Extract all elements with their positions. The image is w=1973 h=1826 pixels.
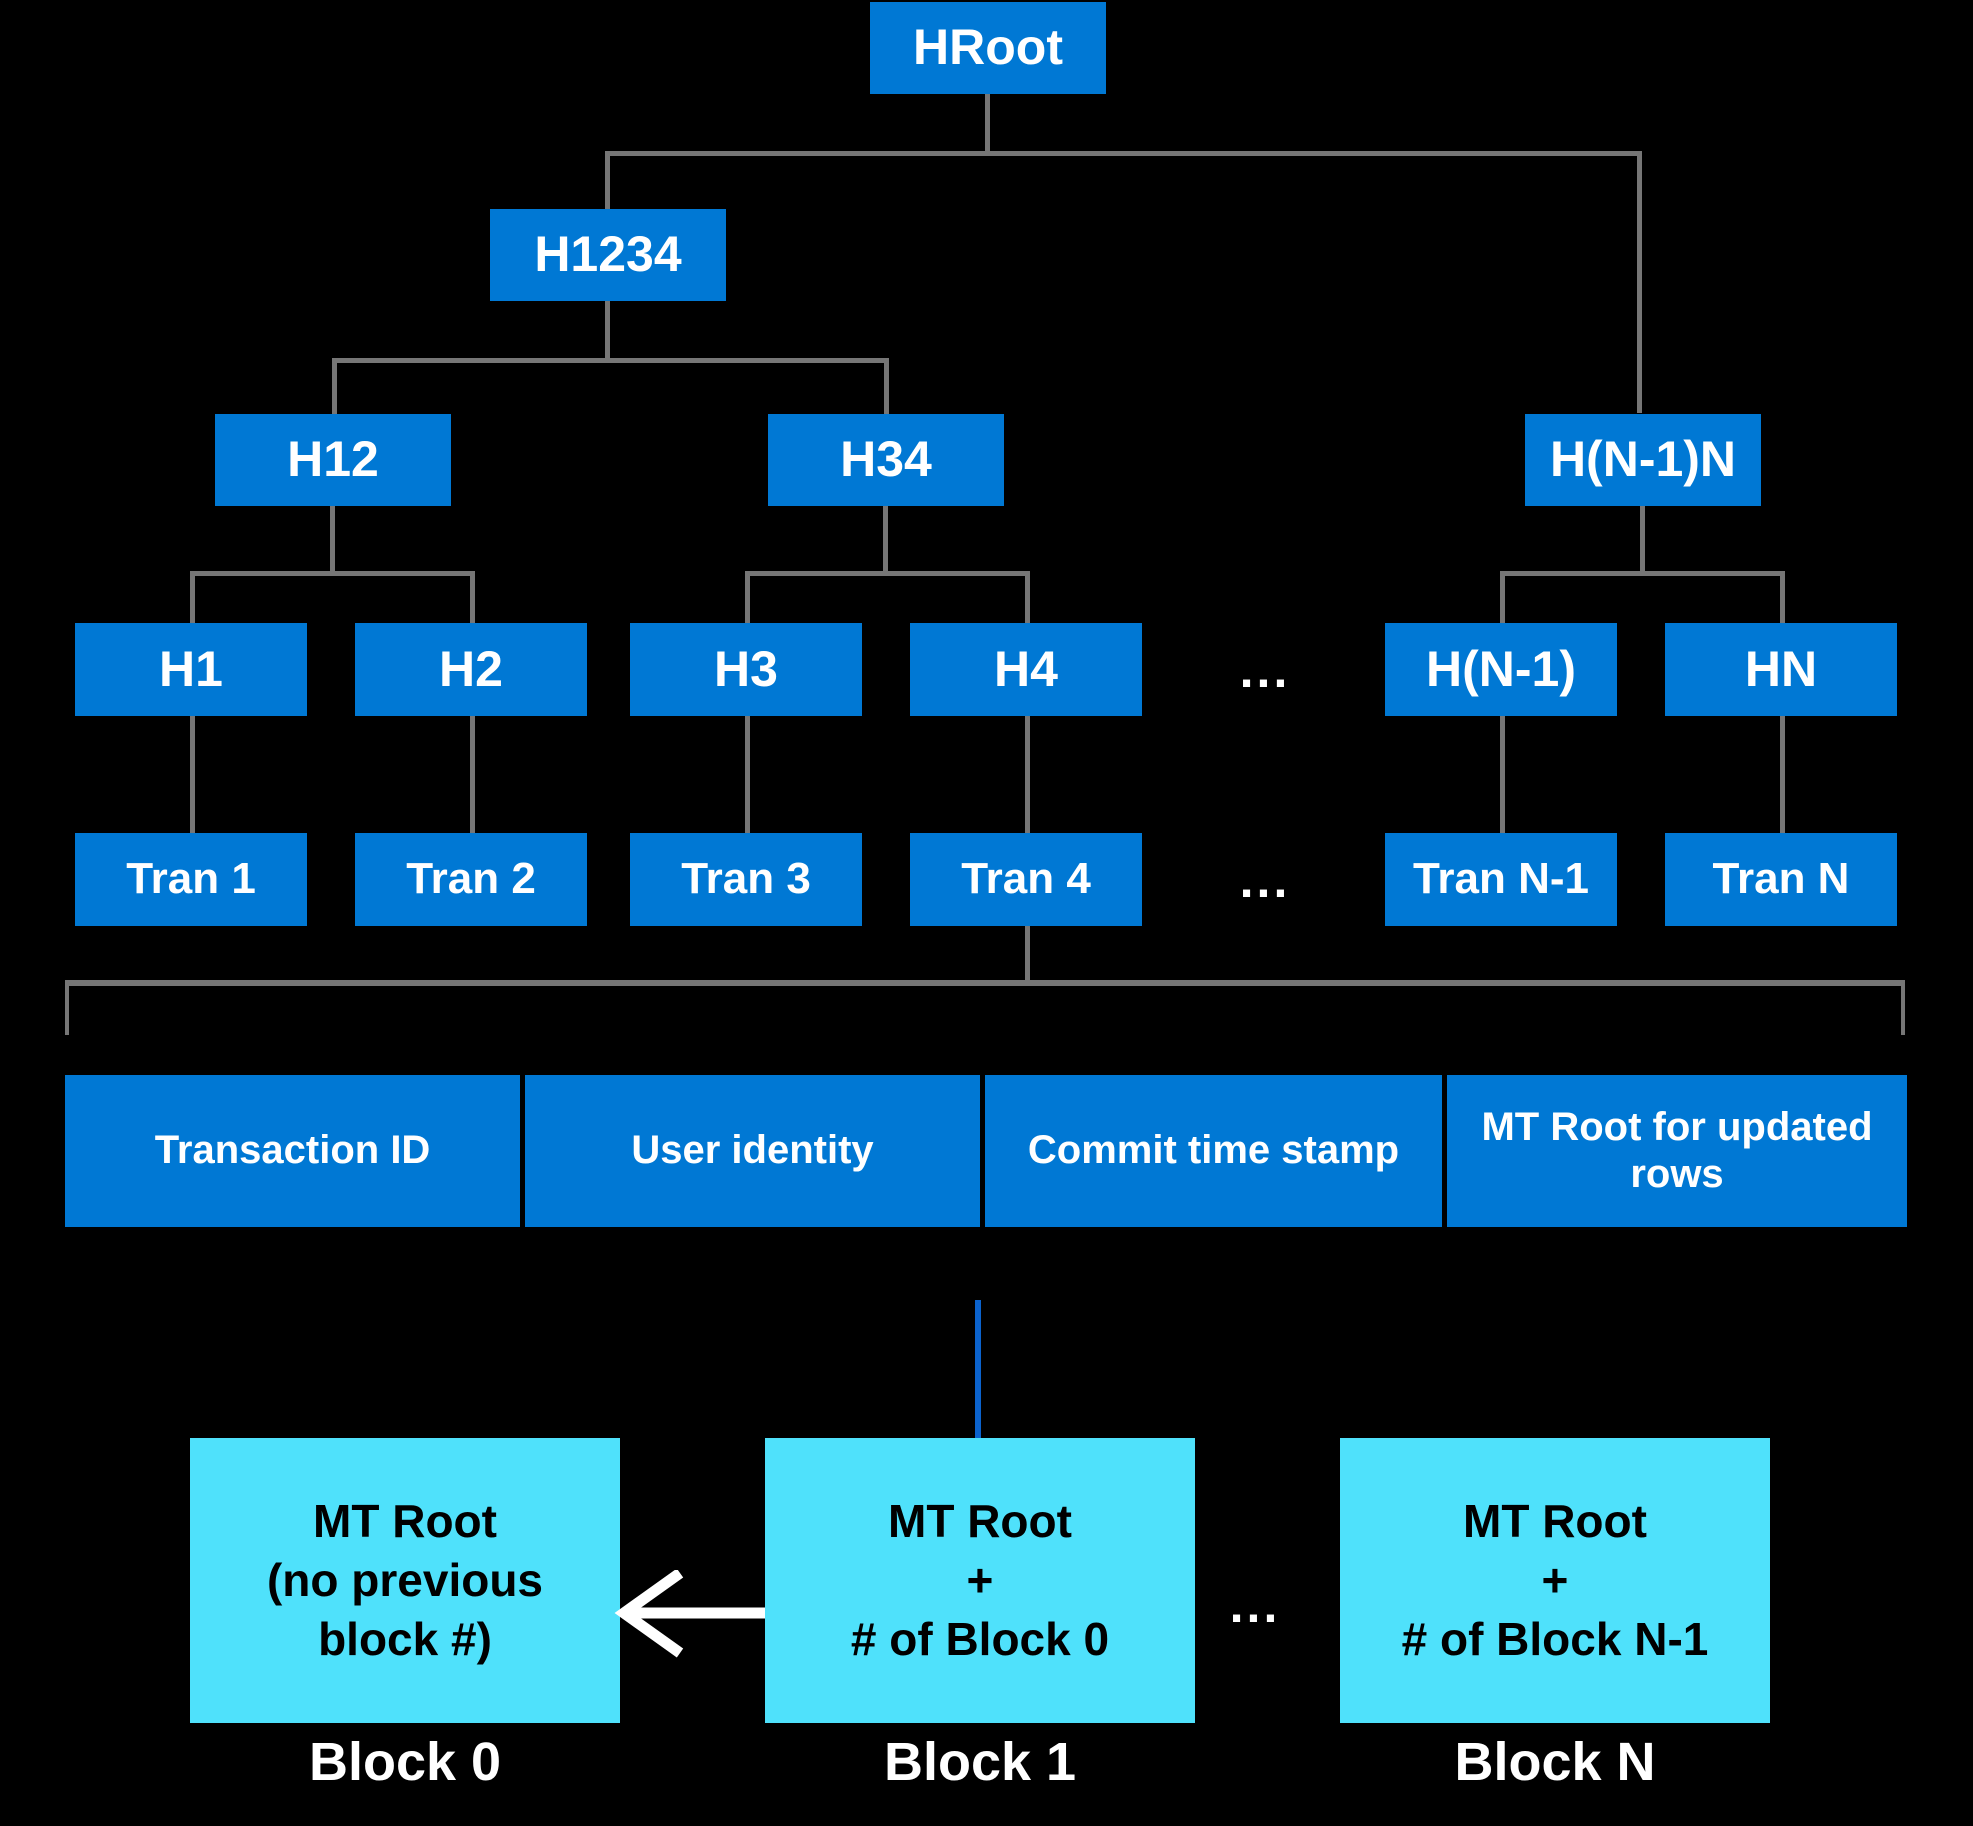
hash-row-ellipsis: ... bbox=[1239, 642, 1291, 698]
connector-hn-to-trann bbox=[1780, 716, 1785, 833]
merkle-node-h4[interactable]: H4 bbox=[910, 623, 1142, 716]
connector-h34-stem bbox=[883, 506, 888, 571]
connector-h1234-stem bbox=[605, 301, 610, 358]
blockchain-ellipsis: ... bbox=[1229, 1577, 1281, 1633]
transaction-node-tran-4-label: Tran 4 bbox=[961, 854, 1091, 904]
connector-mtroot-to-block1 bbox=[975, 1300, 981, 1438]
transaction-node-tran-n[interactable]: Tran N bbox=[1665, 833, 1897, 926]
connector-h4-to-tran4 bbox=[1025, 716, 1030, 833]
merkle-node-h1234[interactable]: H1234 bbox=[490, 209, 726, 301]
block-box-block-1-text: MT Root + # of Block 0 bbox=[850, 1495, 1110, 1665]
block-box-block-n-text: MT Root + # of Block N-1 bbox=[1401, 1495, 1709, 1665]
transaction-node-tran-4[interactable]: Tran 4 bbox=[910, 833, 1142, 926]
transaction-node-tran-2-label: Tran 2 bbox=[406, 854, 536, 904]
connector-h34-bus bbox=[745, 571, 1030, 576]
connector-bus-to-h3 bbox=[745, 571, 750, 623]
transaction-detail-cell-mt-root-updated-rows[interactable]: MT Root for updated rows bbox=[1447, 1075, 1907, 1227]
transaction-node-tran-n-1[interactable]: Tran N-1 bbox=[1385, 833, 1617, 926]
connector-h3-to-tran3 bbox=[745, 716, 750, 833]
merkle-node-hroot[interactable]: HRoot bbox=[870, 2, 1106, 94]
transaction-node-tran-1[interactable]: Tran 1 bbox=[75, 833, 307, 926]
transaction-node-tran-1-label: Tran 1 bbox=[126, 854, 256, 904]
connector-h12-bus bbox=[190, 571, 475, 576]
connector-bus-to-h4 bbox=[1025, 571, 1030, 623]
diagram-canvas: HRoot H1234 H12 H34 H(N-1)N H1 H2 H3 H4 … bbox=[0, 0, 1973, 1826]
connector-bus-to-hn1n bbox=[1637, 151, 1642, 413]
merkle-node-hroot-label: HRoot bbox=[913, 19, 1063, 76]
merkle-node-hn-label: HN bbox=[1744, 640, 1818, 697]
connector-bus-to-h1 bbox=[190, 571, 195, 623]
merkle-node-h34-label: H34 bbox=[840, 431, 932, 488]
connector-hroot-bus bbox=[605, 151, 1642, 156]
merkle-node-h2[interactable]: H2 bbox=[355, 623, 587, 716]
merkle-node-h1[interactable]: H1 bbox=[75, 623, 307, 716]
connector-expand-bracket-top bbox=[65, 980, 1905, 986]
merkle-node-h4-label: H4 bbox=[994, 640, 1058, 697]
transaction-detail-cell-transaction-id-label: Transaction ID bbox=[154, 1128, 431, 1173]
connector-bus-to-hn bbox=[1780, 571, 1785, 623]
transaction-node-tran-3[interactable]: Tran 3 bbox=[630, 833, 862, 926]
block-caption-block-0: Block 0 bbox=[308, 1732, 502, 1792]
connector-expand-bracket-right bbox=[1901, 980, 1905, 1035]
block-caption-block-1: Block 1 bbox=[883, 1732, 1077, 1792]
connector-hn1n-stem bbox=[1640, 506, 1645, 571]
connector-hn-1-to-trann-1 bbox=[1500, 716, 1505, 833]
prev-block-arrow bbox=[614, 1570, 765, 1658]
merkle-node-hn1n-label: H(N-1)N bbox=[1549, 431, 1737, 488]
transaction-node-tran-n-1-label: Tran N-1 bbox=[1412, 854, 1590, 904]
merkle-node-h1234-label: H1234 bbox=[534, 226, 682, 283]
merkle-node-h3[interactable]: H3 bbox=[630, 623, 862, 716]
transaction-detail-cell-user-identity[interactable]: User identity bbox=[525, 1075, 985, 1227]
merkle-node-h1-label: H1 bbox=[159, 640, 223, 697]
block-box-block-n[interactable]: MT Root + # of Block N-1 bbox=[1340, 1438, 1770, 1723]
transaction-detail-cell-commit-time-stamp[interactable]: Commit time stamp bbox=[985, 1075, 1447, 1227]
transaction-detail-cell-mt-root-updated-rows-label: MT Root for updated rows bbox=[1481, 1104, 1873, 1196]
connector-h2-to-tran2 bbox=[470, 716, 475, 833]
block-box-block-0-text: MT Root (no previous block #) bbox=[266, 1495, 544, 1665]
transaction-node-tran-n-label: Tran N bbox=[1712, 854, 1850, 904]
connector-h1-to-tran1 bbox=[190, 716, 195, 833]
transaction-node-tran-2[interactable]: Tran 2 bbox=[355, 833, 587, 926]
block-box-block-0[interactable]: MT Root (no previous block #) bbox=[190, 1438, 620, 1723]
connector-expand-bracket-left bbox=[65, 980, 69, 1035]
merkle-node-hn[interactable]: HN bbox=[1665, 623, 1897, 716]
merkle-node-hn1n[interactable]: H(N-1)N bbox=[1525, 414, 1761, 506]
transaction-node-tran-3-label: Tran 3 bbox=[681, 854, 811, 904]
transaction-detail-cell-user-identity-label: User identity bbox=[631, 1128, 874, 1173]
connector-bus-to-h1234 bbox=[605, 151, 610, 209]
transaction-detail-row: Transaction ID User identity Commit time… bbox=[65, 1075, 1907, 1227]
merkle-node-h3-label: H3 bbox=[714, 640, 778, 697]
block-box-block-1[interactable]: MT Root + # of Block 0 bbox=[765, 1438, 1195, 1723]
connector-bus-to-hn-1 bbox=[1500, 571, 1505, 623]
connector-h1234-bus bbox=[332, 358, 889, 363]
connector-bus-to-h12 bbox=[332, 358, 337, 414]
merkle-node-hn-1[interactable]: H(N-1) bbox=[1385, 623, 1617, 716]
merkle-node-hn-1-label: H(N-1) bbox=[1426, 640, 1576, 697]
merkle-node-h12-label: H12 bbox=[287, 431, 379, 488]
connector-h12-stem bbox=[330, 506, 335, 571]
connector-bus-to-h2 bbox=[470, 571, 475, 623]
connector-hn1n-bus bbox=[1500, 571, 1785, 576]
connector-tran4-expand-stem bbox=[1025, 926, 1030, 980]
merkle-node-h34[interactable]: H34 bbox=[768, 414, 1004, 506]
connector-hroot-stem bbox=[985, 94, 990, 151]
connector-bus-to-h34 bbox=[884, 358, 889, 414]
transaction-detail-cell-commit-time-stamp-label: Commit time stamp bbox=[1027, 1128, 1400, 1173]
merkle-node-h12[interactable]: H12 bbox=[215, 414, 451, 506]
transaction-row-ellipsis: ... bbox=[1239, 852, 1291, 908]
block-caption-block-n: Block N bbox=[1454, 1732, 1656, 1792]
transaction-detail-cell-transaction-id[interactable]: Transaction ID bbox=[65, 1075, 525, 1227]
merkle-node-h2-label: H2 bbox=[439, 640, 503, 697]
